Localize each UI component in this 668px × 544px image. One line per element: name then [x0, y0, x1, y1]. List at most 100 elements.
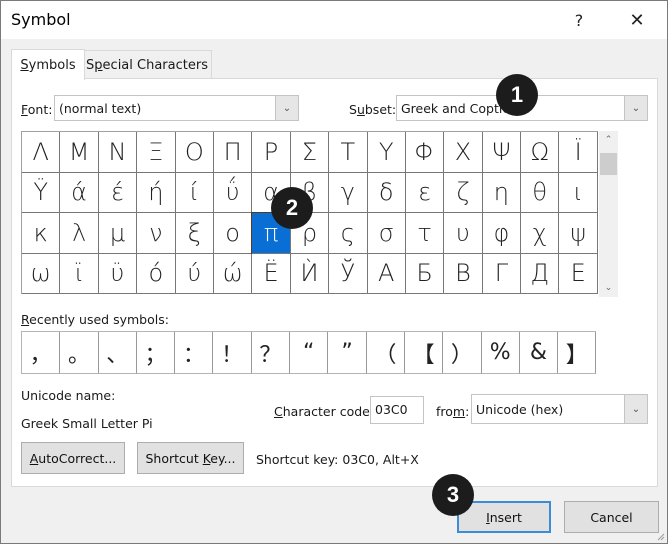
symbol-cell[interactable]: Ω: [521, 132, 560, 173]
symbol-cell[interactable]: ή: [137, 172, 176, 213]
resize-grip-icon[interactable]: [655, 531, 665, 541]
character-code-input[interactable]: 03C0: [370, 396, 424, 424]
symbol-cell[interactable]: ε: [405, 172, 445, 213]
font-select[interactable]: (normal text) ⌄: [54, 95, 299, 121]
recent-symbol-cell[interactable]: ！: [213, 332, 252, 374]
symbol-cell[interactable]: ν: [137, 213, 176, 254]
symbol-cell[interactable]: Υ: [367, 132, 406, 173]
symbol-cell[interactable]: ω: [22, 253, 61, 294]
recent-symbol-cell[interactable]: 】: [558, 332, 597, 374]
symbol-cell[interactable]: λ: [60, 213, 99, 254]
symbol-cell[interactable]: ζ: [444, 172, 483, 213]
help-button[interactable]: ?: [559, 5, 599, 35]
recent-symbol-cell[interactable]: 【: [404, 332, 444, 374]
symbol-cell[interactable]: τ: [405, 213, 445, 254]
symbol-cell[interactable]: Ρ: [252, 132, 291, 173]
symbol-cell[interactable]: Σ: [290, 132, 330, 173]
cancel-button[interactable]: Cancel: [564, 501, 659, 533]
symbol-cell[interactable]: ί: [175, 172, 214, 213]
chevron-down-icon[interactable]: ⌄: [624, 96, 647, 120]
symbol-cell[interactable]: κ: [22, 213, 61, 254]
recent-symbol-cell[interactable]: ）: [443, 332, 482, 374]
symbol-cell[interactable]: Д: [521, 253, 560, 294]
symbol-cell[interactable]: ψ: [559, 213, 598, 254]
symbol-cell[interactable]: ΰ: [213, 172, 253, 213]
tab-special-characters[interactable]: Special Characters: [83, 50, 212, 79]
scroll-thumb[interactable]: [600, 153, 617, 175]
symbol-cell[interactable]: σ: [367, 213, 406, 254]
symbol-cell[interactable]: ϋ: [98, 253, 138, 294]
dialog-title: Symbol: [11, 10, 71, 29]
chevron-down-icon[interactable]: ⌄: [275, 96, 298, 120]
symbol-cell[interactable]: δ: [367, 172, 406, 213]
symbol-cell[interactable]: Ξ: [137, 132, 176, 173]
symbol-cell[interactable]: Ψ: [482, 132, 522, 173]
symbol-cell[interactable]: Ё: [252, 253, 291, 294]
recent-symbol-cell[interactable]: ？: [251, 332, 291, 374]
autocorrect-button[interactable]: AutoCorrect...: [21, 442, 125, 474]
scroll-down-icon[interactable]: ⌄: [599, 279, 618, 297]
symbol-cell[interactable]: ξ: [175, 213, 214, 254]
symbol-cell[interactable]: γ: [329, 172, 368, 213]
symbol-cell[interactable]: ο: [213, 213, 253, 254]
symbol-cell[interactable]: ά: [60, 172, 99, 213]
recent-symbol-cell[interactable]: （: [366, 332, 405, 374]
scroll-up-icon[interactable]: ⌃: [599, 131, 618, 149]
symbol-cell[interactable]: ώ: [213, 253, 253, 294]
symbol-cell[interactable]: φ: [482, 213, 522, 254]
recent-symbol-cell[interactable]: “: [290, 332, 329, 374]
recent-symbol-cell[interactable]: ：: [175, 332, 214, 374]
chevron-down-icon[interactable]: ⌄: [624, 395, 647, 423]
symbol-cell[interactable]: Τ: [329, 132, 368, 173]
symbol-cell[interactable]: Φ: [405, 132, 445, 173]
symbol-cell[interactable]: θ: [521, 172, 560, 213]
symbol-cell[interactable]: Λ: [22, 132, 61, 173]
recent-symbol-cell[interactable]: &: [519, 332, 559, 374]
symbol-cell[interactable]: ό: [137, 253, 176, 294]
symbol-cell[interactable]: Б: [405, 253, 445, 294]
symbol-cell[interactable]: Ϋ: [22, 172, 61, 213]
symbol-grid-scrollbar[interactable]: ⌃ ⌄: [599, 131, 618, 297]
symbol-cell[interactable]: В: [444, 253, 483, 294]
symbol-cell[interactable]: Ϊ: [559, 132, 598, 173]
symbol-cell[interactable]: Ο: [175, 132, 214, 173]
symbol-cell[interactable]: А: [367, 253, 406, 294]
symbol-cell[interactable]: χ: [521, 213, 560, 254]
symbol-cell[interactable]: υ: [444, 213, 483, 254]
from-value: Unicode (hex): [476, 402, 564, 417]
shortcut-key-label: Shortcut Key...: [145, 450, 236, 466]
recent-symbol-cell[interactable]: ；: [136, 332, 176, 374]
symbol-cell[interactable]: ς: [329, 213, 368, 254]
symbol-cell[interactable]: Ѝ: [290, 253, 330, 294]
symbol-cell[interactable]: Е: [559, 253, 598, 294]
recent-symbol-cell[interactable]: %: [481, 332, 520, 374]
tab-symbols[interactable]: Symbols: [11, 49, 85, 80]
subset-value: Greek and Coptic: [401, 101, 510, 116]
symbol-cell[interactable]: Ν: [98, 132, 138, 173]
insert-button[interactable]: Insert: [457, 501, 551, 533]
symbol-cell[interactable]: έ: [98, 172, 138, 213]
symbol-cell[interactable]: Π: [213, 132, 253, 173]
callout-1: 1: [496, 74, 538, 116]
recent-symbol-cell[interactable]: ，: [22, 332, 61, 374]
symbol-cell[interactable]: μ: [98, 213, 138, 254]
recent-symbol-cell[interactable]: 。: [60, 332, 99, 374]
character-code-label: Character code:: [274, 404, 375, 419]
symbol-cell[interactable]: η: [482, 172, 522, 213]
recent-symbol-cell[interactable]: 、: [98, 332, 137, 374]
symbol-cell[interactable]: ι: [559, 172, 598, 213]
close-icon: ✕: [629, 9, 645, 31]
from-select[interactable]: Unicode (hex) ⌄: [471, 394, 648, 424]
insert-label: Insert: [486, 509, 522, 525]
symbol-cell[interactable]: ύ: [175, 253, 214, 294]
shortcut-key-button[interactable]: Shortcut Key...: [137, 442, 244, 474]
symbol-cell[interactable]: Г: [482, 253, 522, 294]
symbol-cell[interactable]: Μ: [60, 132, 99, 173]
symbol-cell[interactable]: Χ: [444, 132, 483, 173]
autocorrect-label: AutoCorrect...: [29, 450, 117, 466]
symbol-cell[interactable]: Ў: [329, 253, 368, 294]
recent-symbol-cell[interactable]: ”: [328, 332, 367, 374]
symbol-cell[interactable]: ϊ: [60, 253, 99, 294]
symbol-dialog: Symbol ? ✕ Symbols Special Characters Fo…: [0, 0, 668, 544]
close-button[interactable]: ✕: [617, 5, 657, 35]
